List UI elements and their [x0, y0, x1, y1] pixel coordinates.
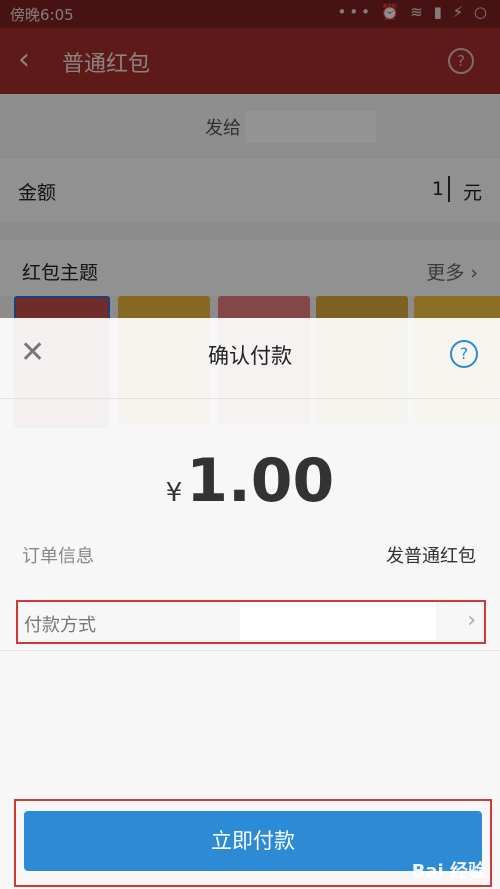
watermark: Bai 经验 — [411, 861, 486, 882]
order-info-label: 订单信息 — [22, 546, 94, 567]
payment-sheet: ✕ 确认付款 ? ¥1.00 订单信息 发普通红包 付款方式 › 立即付款 — [0, 318, 500, 889]
sheet-title: 确认付款 — [208, 344, 292, 368]
help-circle-icon[interactable]: ? — [450, 340, 478, 368]
amount-value: 1.00 — [186, 446, 335, 516]
order-info-value: 发普通红包 — [386, 546, 476, 567]
divider — [0, 650, 500, 651]
chevron-right-icon: › — [467, 608, 476, 633]
payment-method-value — [240, 602, 436, 640]
currency-symbol: ¥ — [165, 478, 183, 508]
payment-method-row[interactable]: 付款方式 › — [16, 600, 486, 644]
payment-amount: ¥1.00 — [0, 446, 500, 516]
divider — [0, 398, 500, 399]
payment-method-label: 付款方式 — [24, 615, 96, 636]
